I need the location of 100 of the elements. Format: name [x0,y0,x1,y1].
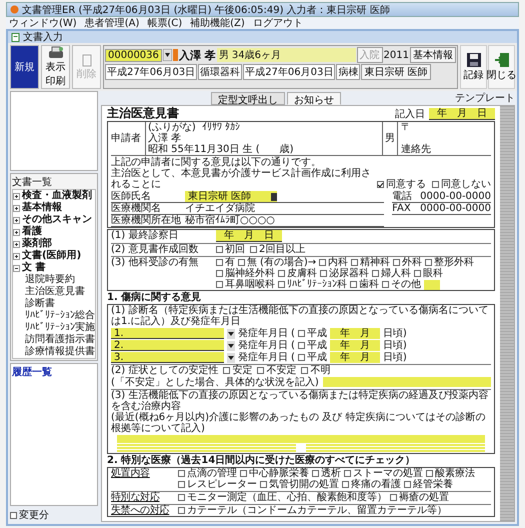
treatment-field[interactable] [117,435,485,443]
dropdown-icon[interactable] [227,328,235,338]
expander-icon[interactable] [13,240,20,248]
onset-date-field[interactable]: 年 月 [330,352,380,363]
tree-item[interactable]: 基本情報 [22,202,62,214]
stability-checkbox[interactable]: 安定 [223,365,252,376]
doctor-button[interactable]: 東日宗研 医師 [361,64,431,80]
department-checkbox[interactable]: 婦人科 [372,268,411,279]
dropdown-icon[interactable] [227,352,235,362]
menu-item[interactable]: ウィンドウ(W) [9,16,77,30]
other-field[interactable] [424,280,440,290]
menu-item[interactable]: 患者管理(A) [84,16,140,30]
tree-item[interactable]: 文 書 [22,262,46,274]
care-checkbox[interactable]: カテーテル（コンドームカテーテル、留置カテーテル等） [178,505,447,516]
diagnosis-field[interactable]: 2. [111,340,224,351]
app-icon [10,5,19,14]
care-checkbox[interactable]: 気管切開の処置 [260,479,339,490]
stability-checkbox[interactable]: 不安定 [257,365,296,376]
exam-date-field[interactable]: 年 月 日 [216,230,282,242]
care-checkbox[interactable]: ストーマの処置 [344,468,423,479]
tree-item[interactable]: ﾘﾊﾋﾞﾘﾃｰｼｮﾝ総合 [13,310,95,322]
info-button[interactable]: 基本情報 [410,47,456,63]
expander-icon[interactable] [13,264,20,272]
doctor-select[interactable]: 東日宗研 医師 [185,191,278,202]
field-label: 失禁への対応 [111,505,170,516]
diagnosis-field[interactable]: 1. [111,328,224,339]
field-value: 秘市宿ｲﾑﾗ町○○○○ [185,215,275,226]
expander-icon[interactable] [13,228,20,236]
ward-field[interactable]: 病棟 [336,64,360,80]
window-title: 文書管理ER (平成27年06月03日 (水曜日) 午後06:05:49) 入力者：東日宗研 医師 [22,4,390,16]
field-label: 医療機関名 [111,203,162,214]
patient-id-field[interactable]: 00000036 [105,48,162,62]
tab[interactable]: お知らせ [287,92,341,105]
expander-icon[interactable] [13,252,20,260]
tree-item[interactable]: 診断書 [13,298,95,310]
suffix-text: 日頃) [382,340,407,351]
menu-item[interactable]: 補助機能(Z) [190,16,245,30]
care-checkbox[interactable]: 疼痛の看護 [342,479,401,490]
changed-only-checkbox[interactable]: 変更分 [10,508,98,522]
toolbar-button[interactable]: 記録 [460,45,487,89]
department-checkbox[interactable]: 耳鼻咽喉科 [216,279,275,290]
count-checkbox[interactable]: 初回 [216,244,245,255]
count-checkbox[interactable]: 2回目以上 [250,244,306,255]
department-field[interactable]: 循環器科 [198,64,242,80]
diagnosis-field[interactable]: 3. [111,352,224,363]
date-field[interactable]: 平成27年06月03日 [105,64,198,80]
tree-item[interactable]: 退院時要約 [13,274,95,286]
department-checkbox[interactable]: ﾘﾊﾋﾞﾘﾃｰｼｮﾝ科 [278,279,347,290]
care-checkbox[interactable]: 点滴の管理 [178,468,237,479]
field-label: 発症年月日 [238,352,288,363]
era-checkbox[interactable]: 平成 [298,328,327,339]
scrollbar[interactable] [500,106,514,521]
entry-date-field[interactable]: 平成27年06月03日 [243,64,336,80]
dropdown-icon[interactable] [227,340,235,350]
care-checkbox[interactable]: レスピレーター [178,479,257,490]
expander-icon[interactable] [13,204,20,212]
department-checkbox[interactable]: 歯科 [350,279,379,290]
department-checkbox[interactable]: 外科 [393,257,422,268]
consent-checkbox[interactable]: 同意しない [432,179,491,190]
care-checkbox[interactable]: 酸素療法 [426,468,475,479]
tree-item[interactable]: 文書(医師用) [22,250,82,262]
menu-item[interactable]: 帳票(C) [147,16,182,30]
era-checkbox[interactable]: 平成 [298,340,327,351]
department-checkbox[interactable]: 眼科 [414,268,443,279]
toolbar-button[interactable]: 閉じる [488,45,515,89]
dropdown-icon[interactable] [162,49,172,61]
visit-checkbox[interactable]: 無 [238,257,257,268]
tab[interactable]: 定型文呼出し [211,92,285,105]
toolbar-button[interactable]: 表示印刷 [41,45,70,89]
tree-item[interactable]: 薬剤部 [22,238,52,250]
care-checkbox[interactable]: 透析 [312,468,341,479]
era-checkbox[interactable]: 平成 [298,352,327,363]
expander-icon[interactable] [13,192,20,200]
situation-field[interactable] [322,377,491,387]
care-checkbox[interactable]: 経管栄養 [404,479,453,490]
department-checkbox[interactable]: 整形外科 [425,257,474,268]
record-date-field[interactable]: 年 月 日 [429,108,495,120]
tree-item[interactable]: 看護 [22,226,42,238]
department-checkbox[interactable]: 皮膚科 [278,268,317,279]
department-checkbox[interactable]: その他 [382,279,421,290]
department-checkbox[interactable]: 泌尿器科 [320,268,369,279]
stability-checkbox[interactable]: 不明 [301,365,330,376]
visit-checkbox[interactable]: 有 [216,257,235,268]
onset-date-field[interactable]: 年 月 [330,340,380,351]
suffix-text: 日頃) [382,352,407,363]
care-checkbox[interactable]: モニター測定（血圧、心拍、酸素飽和度等） [178,492,387,503]
consent-checkbox[interactable]: 同意する [377,179,426,190]
patient-name: 入澤 孝 [178,48,216,62]
question-text: (1) 診断名（特定疾病または生活機能低下の直接の原因となっている傷病名については1.に記入）及び発症年月日 [111,305,490,327]
tree-item[interactable]: 検査・血液製剤 [22,190,92,202]
toolbar-button[interactable]: 新規 [10,45,39,89]
expander-icon[interactable] [13,216,20,224]
menu-item[interactable]: ログアウト [252,16,303,30]
department-checkbox[interactable]: 脳神経外科 [216,268,275,279]
tree-item[interactable]: その他スキャン [22,214,92,226]
department-checkbox[interactable]: 内科 [319,257,348,268]
care-checkbox[interactable]: 褥瘡の処置 [390,492,449,503]
onset-date-field[interactable]: 年 月 [330,328,380,339]
department-checkbox[interactable]: 精神科 [351,257,390,268]
care-checkbox[interactable]: 中心静脈栄養 [240,468,309,479]
